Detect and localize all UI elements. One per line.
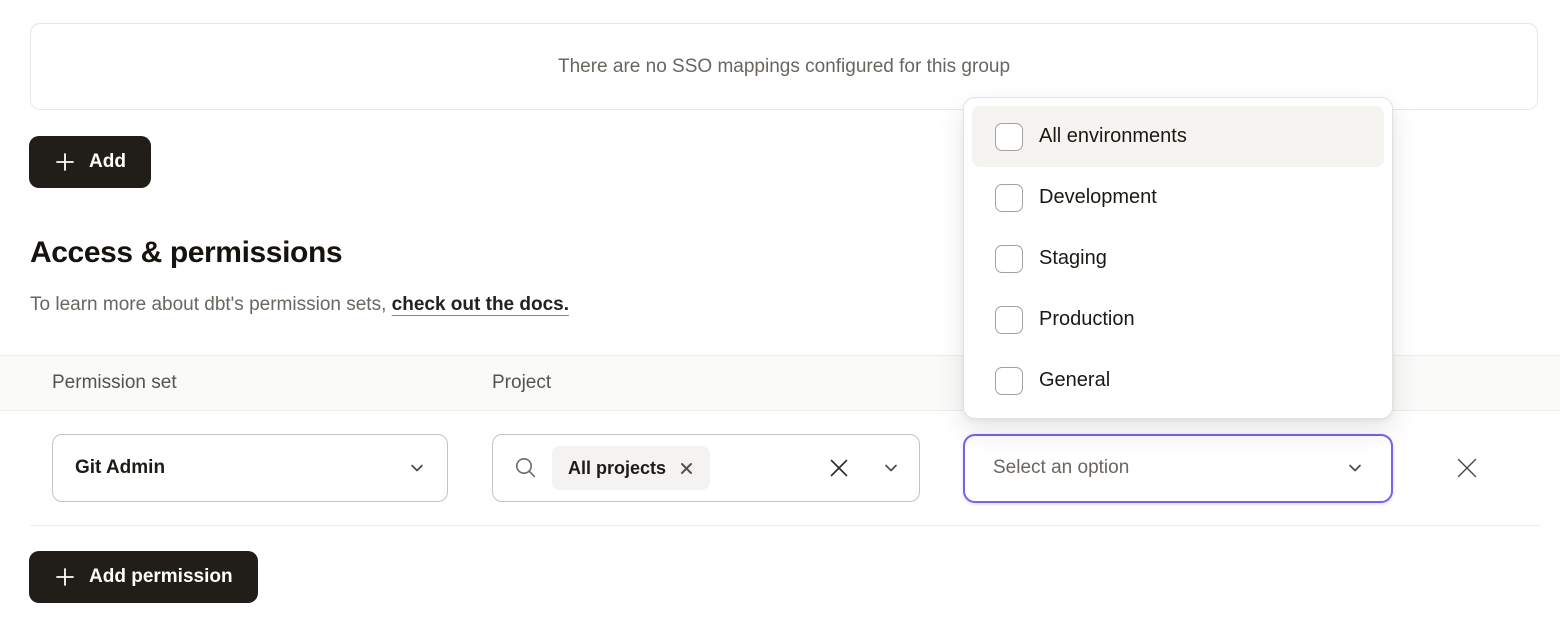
page-title: Access & permissions xyxy=(30,236,342,270)
selected-project-label: All projects xyxy=(568,458,666,479)
column-header-project: Project xyxy=(470,372,941,394)
description-text: To learn more about dbt's permission set… xyxy=(30,294,392,315)
environment-option-all-environments[interactable]: All environments xyxy=(972,106,1384,167)
environment-option-development[interactable]: Development xyxy=(972,167,1384,228)
sso-empty-message: There are no SSO mappings configured for… xyxy=(558,56,1010,78)
project-field-controls xyxy=(827,456,901,480)
chevron-down-icon[interactable] xyxy=(881,458,901,478)
row-divider xyxy=(30,525,1540,526)
environment-placeholder: Select an option xyxy=(993,457,1129,479)
selected-project-tag: All projects xyxy=(552,446,710,490)
add-button-label: Add xyxy=(89,151,126,173)
remove-tag-icon[interactable] xyxy=(679,461,694,476)
docs-link[interactable]: check out the docs. xyxy=(392,294,569,315)
environment-option-label: Production xyxy=(1039,308,1135,331)
permission-set-select[interactable]: Git Admin xyxy=(52,434,448,502)
environment-option-label: All environments xyxy=(1039,125,1187,148)
environment-option-label: Staging xyxy=(1039,247,1107,270)
chevron-down-icon xyxy=(1345,458,1365,478)
add-permission-button-label: Add permission xyxy=(89,566,233,588)
delete-permission-row-button[interactable] xyxy=(1453,454,1481,482)
environment-option-label: Development xyxy=(1039,186,1157,209)
checkbox-unchecked-icon[interactable] xyxy=(995,184,1023,212)
environment-option-staging[interactable]: Staging xyxy=(972,228,1384,289)
environment-option-label: General xyxy=(1039,369,1110,392)
chevron-down-icon xyxy=(407,458,427,478)
environment-dropdown-menu: All environments Development Staging Pro… xyxy=(963,97,1393,419)
environment-option-production[interactable]: Production xyxy=(972,289,1384,350)
permission-row: Git Admin All projects xyxy=(0,411,1560,525)
add-permission-button[interactable]: Add permission xyxy=(29,551,258,603)
permission-set-value: Git Admin xyxy=(75,457,165,479)
environment-select[interactable]: Select an option xyxy=(963,434,1393,503)
group-settings-page: { "sso_banner": { "message": "There are … xyxy=(0,0,1560,628)
column-header-permission-set: Permission set xyxy=(0,372,470,394)
close-icon xyxy=(1454,455,1480,481)
environment-option-general[interactable]: General xyxy=(972,350,1384,411)
checkbox-unchecked-icon[interactable] xyxy=(995,306,1023,334)
checkbox-unchecked-icon[interactable] xyxy=(995,123,1023,151)
search-icon xyxy=(513,455,539,481)
plus-icon xyxy=(54,151,76,173)
project-multiselect[interactable]: All projects xyxy=(492,434,920,502)
plus-icon xyxy=(54,566,76,588)
clear-selection-icon[interactable] xyxy=(827,456,851,480)
section-description: To learn more about dbt's permission set… xyxy=(30,294,569,316)
add-sso-mapping-button[interactable]: Add xyxy=(29,136,151,188)
checkbox-unchecked-icon[interactable] xyxy=(995,367,1023,395)
checkbox-unchecked-icon[interactable] xyxy=(995,245,1023,273)
